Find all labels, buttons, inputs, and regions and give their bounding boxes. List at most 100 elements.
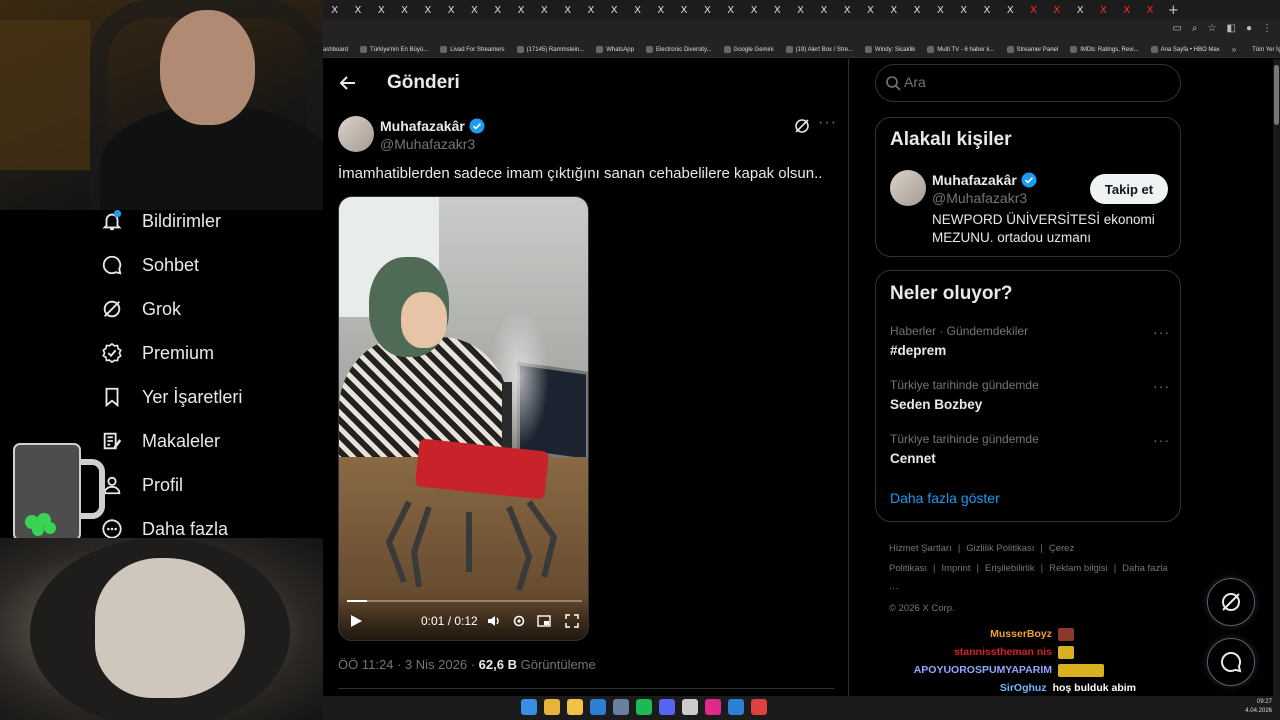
trend-more-icon[interactable]: ··· xyxy=(1153,378,1170,394)
author-name[interactable]: Muhafazakâr xyxy=(380,118,485,134)
trend-item[interactable]: Türkiye tarihinde gündemde Seden Bozbey ··… xyxy=(890,378,1170,418)
discord-icon[interactable] xyxy=(659,699,675,715)
volume-icon[interactable] xyxy=(485,612,503,630)
picture-in-picture-icon[interactable] xyxy=(535,612,553,630)
browser-tab[interactable]: X xyxy=(1115,0,1138,20)
star-icon[interactable]: ☆ xyxy=(1208,23,1217,34)
search-box[interactable] xyxy=(875,64,1181,102)
browser-tab[interactable]: X xyxy=(1069,0,1092,20)
footer-link[interactable]: Erişilebilirlik xyxy=(985,563,1035,574)
related-handle[interactable]: @Muhafazakr3 xyxy=(932,190,1027,206)
nav-item[interactable]: Sohbet xyxy=(100,252,199,278)
browser-tab[interactable]: X xyxy=(463,0,486,20)
profile-icon[interactable]: ● xyxy=(1246,23,1252,34)
bookmark-item[interactable]: Multi TV - 6 haber k... xyxy=(927,46,995,53)
settings-icon[interactable] xyxy=(510,612,528,630)
browser-tab[interactable]: X xyxy=(905,0,928,20)
nav-item[interactable]: Bildirimler xyxy=(100,208,221,234)
browser-tab[interactable]: X xyxy=(556,0,579,20)
browser-tab[interactable]: X xyxy=(649,0,672,20)
browser-tab[interactable]: X xyxy=(742,0,765,20)
footer-link[interactable]: Reklam bilgisi xyxy=(1049,563,1108,574)
footer-link[interactable]: Gizlilik Politikası xyxy=(966,543,1034,554)
bookmarks-overflow-button[interactable]: » xyxy=(1232,45,1240,54)
browser-tab[interactable]: X xyxy=(509,0,532,20)
browser-menu-icon[interactable]: ⋮ xyxy=(1262,23,1272,34)
browser-tab[interactable]: X xyxy=(836,0,859,20)
browser-tab[interactable]: X xyxy=(812,0,835,20)
browser-tab[interactable]: X xyxy=(789,0,812,20)
cast-icon[interactable]: ▭ xyxy=(1172,23,1181,34)
bookmark-item[interactable]: Streamer Panel xyxy=(1006,46,1058,53)
nav-item[interactable]: Premium xyxy=(100,340,214,366)
edge-icon[interactable] xyxy=(590,699,606,715)
browser-tab[interactable]: X xyxy=(952,0,975,20)
browser-tab[interactable]: X xyxy=(626,0,649,20)
bookmark-item[interactable]: ashboard xyxy=(323,47,348,53)
app-icon[interactable] xyxy=(728,699,744,715)
browser-tab[interactable]: X xyxy=(439,0,462,20)
all-bookmarks-folder[interactable]: Tüm Yer İşaretleri xyxy=(1252,47,1280,53)
nav-item[interactable]: Makaleler xyxy=(100,428,220,454)
post-more-icon[interactable]: ··· xyxy=(818,115,836,135)
search-input[interactable] xyxy=(904,74,1154,90)
browser-tab[interactable]: X xyxy=(929,0,952,20)
new-tab-button[interactable]: + xyxy=(1162,0,1185,20)
video-progress-bar[interactable] xyxy=(347,600,582,602)
bookmark-item[interactable]: Electronic Diversity... xyxy=(645,46,712,53)
play-icon[interactable] xyxy=(347,612,365,630)
footer-link[interactable]: Hizmet Şartları xyxy=(889,543,952,554)
bookmark-item[interactable]: IMDb: Ratings, Revi... xyxy=(1070,46,1139,53)
chrome-icon[interactable] xyxy=(544,699,560,715)
trend-more-icon[interactable]: ··· xyxy=(1153,432,1170,448)
browser-tab[interactable]: X xyxy=(882,0,905,20)
nav-item[interactable]: Grok xyxy=(100,296,181,322)
windows-start-icon[interactable] xyxy=(521,699,537,715)
browser-tab[interactable]: X xyxy=(975,0,998,20)
grok-fab[interactable] xyxy=(1207,578,1255,626)
bookmark-item[interactable]: Google Gemini xyxy=(723,46,774,53)
nav-item[interactable]: Yer İşaretleri xyxy=(100,384,242,410)
bookmark-item[interactable]: Türkiye'nin En Büyü... xyxy=(360,46,428,53)
bookmark-item[interactable]: Windy: Sicaklik xyxy=(864,46,915,53)
bookmark-item[interactable]: Ana Sayfa • HBO Max xyxy=(1150,46,1220,53)
show-more-link[interactable]: Daha fazla göster xyxy=(890,490,1000,506)
page-scrollbar[interactable] xyxy=(1273,59,1280,696)
author-handle[interactable]: @Muhafazakr3 xyxy=(380,136,475,152)
browser-tab[interactable]: X xyxy=(999,0,1022,20)
browser-tab[interactable]: X xyxy=(1045,0,1068,20)
browser-tab[interactable]: X xyxy=(696,0,719,20)
browser-tab[interactable]: X xyxy=(719,0,742,20)
browser-tab[interactable]: X xyxy=(393,0,416,20)
bookmark-item[interactable]: WhatsApp xyxy=(596,46,634,53)
extensions-icon[interactable]: ◧ xyxy=(1227,23,1236,34)
zoom-icon[interactable]: ⌕ xyxy=(1192,23,1198,34)
bookmark-item[interactable]: (19) Alert Box / Stre... xyxy=(785,46,853,53)
browser-tab[interactable]: X xyxy=(1138,0,1161,20)
related-avatar[interactable] xyxy=(890,170,926,206)
steam-icon[interactable] xyxy=(613,699,629,715)
author-avatar[interactable] xyxy=(338,116,374,152)
related-name[interactable]: Muhafazakâr xyxy=(932,172,1037,188)
browser-tab[interactable]: X xyxy=(766,0,789,20)
post-timestamp[interactable]: ÖÖ 11:24 · 3 Nis 2026 · xyxy=(338,657,479,672)
browser-tab[interactable]: X xyxy=(346,0,369,20)
back-arrow-icon[interactable] xyxy=(338,73,358,93)
kick-icon[interactable] xyxy=(705,699,721,715)
trend-item[interactable]: Türkiye tarihinde gündemde Cennet ··· xyxy=(890,432,1170,472)
bookmark-item[interactable]: (17145) Rammstein... xyxy=(516,46,584,53)
messages-fab[interactable] xyxy=(1207,638,1255,686)
footer-link[interactable]: Imprint xyxy=(941,563,970,574)
fullscreen-icon[interactable] xyxy=(563,612,581,630)
browser-tab[interactable]: X xyxy=(486,0,509,20)
browser-tab[interactable]: X xyxy=(370,0,393,20)
browser-tab[interactable]: X xyxy=(1092,0,1115,20)
browser-tab[interactable]: X xyxy=(603,0,626,20)
trend-item[interactable]: Haberler · Gündemdekiler #deprem ··· xyxy=(890,324,1170,364)
browser-tab[interactable]: X xyxy=(533,0,556,20)
nav-item[interactable]: Profil xyxy=(100,472,183,498)
app-icon[interactable] xyxy=(751,699,767,715)
browser-tab[interactable]: X xyxy=(323,0,346,20)
bookmark-item[interactable]: Livad For Streamers xyxy=(440,46,505,53)
file-explorer-icon[interactable] xyxy=(567,699,583,715)
